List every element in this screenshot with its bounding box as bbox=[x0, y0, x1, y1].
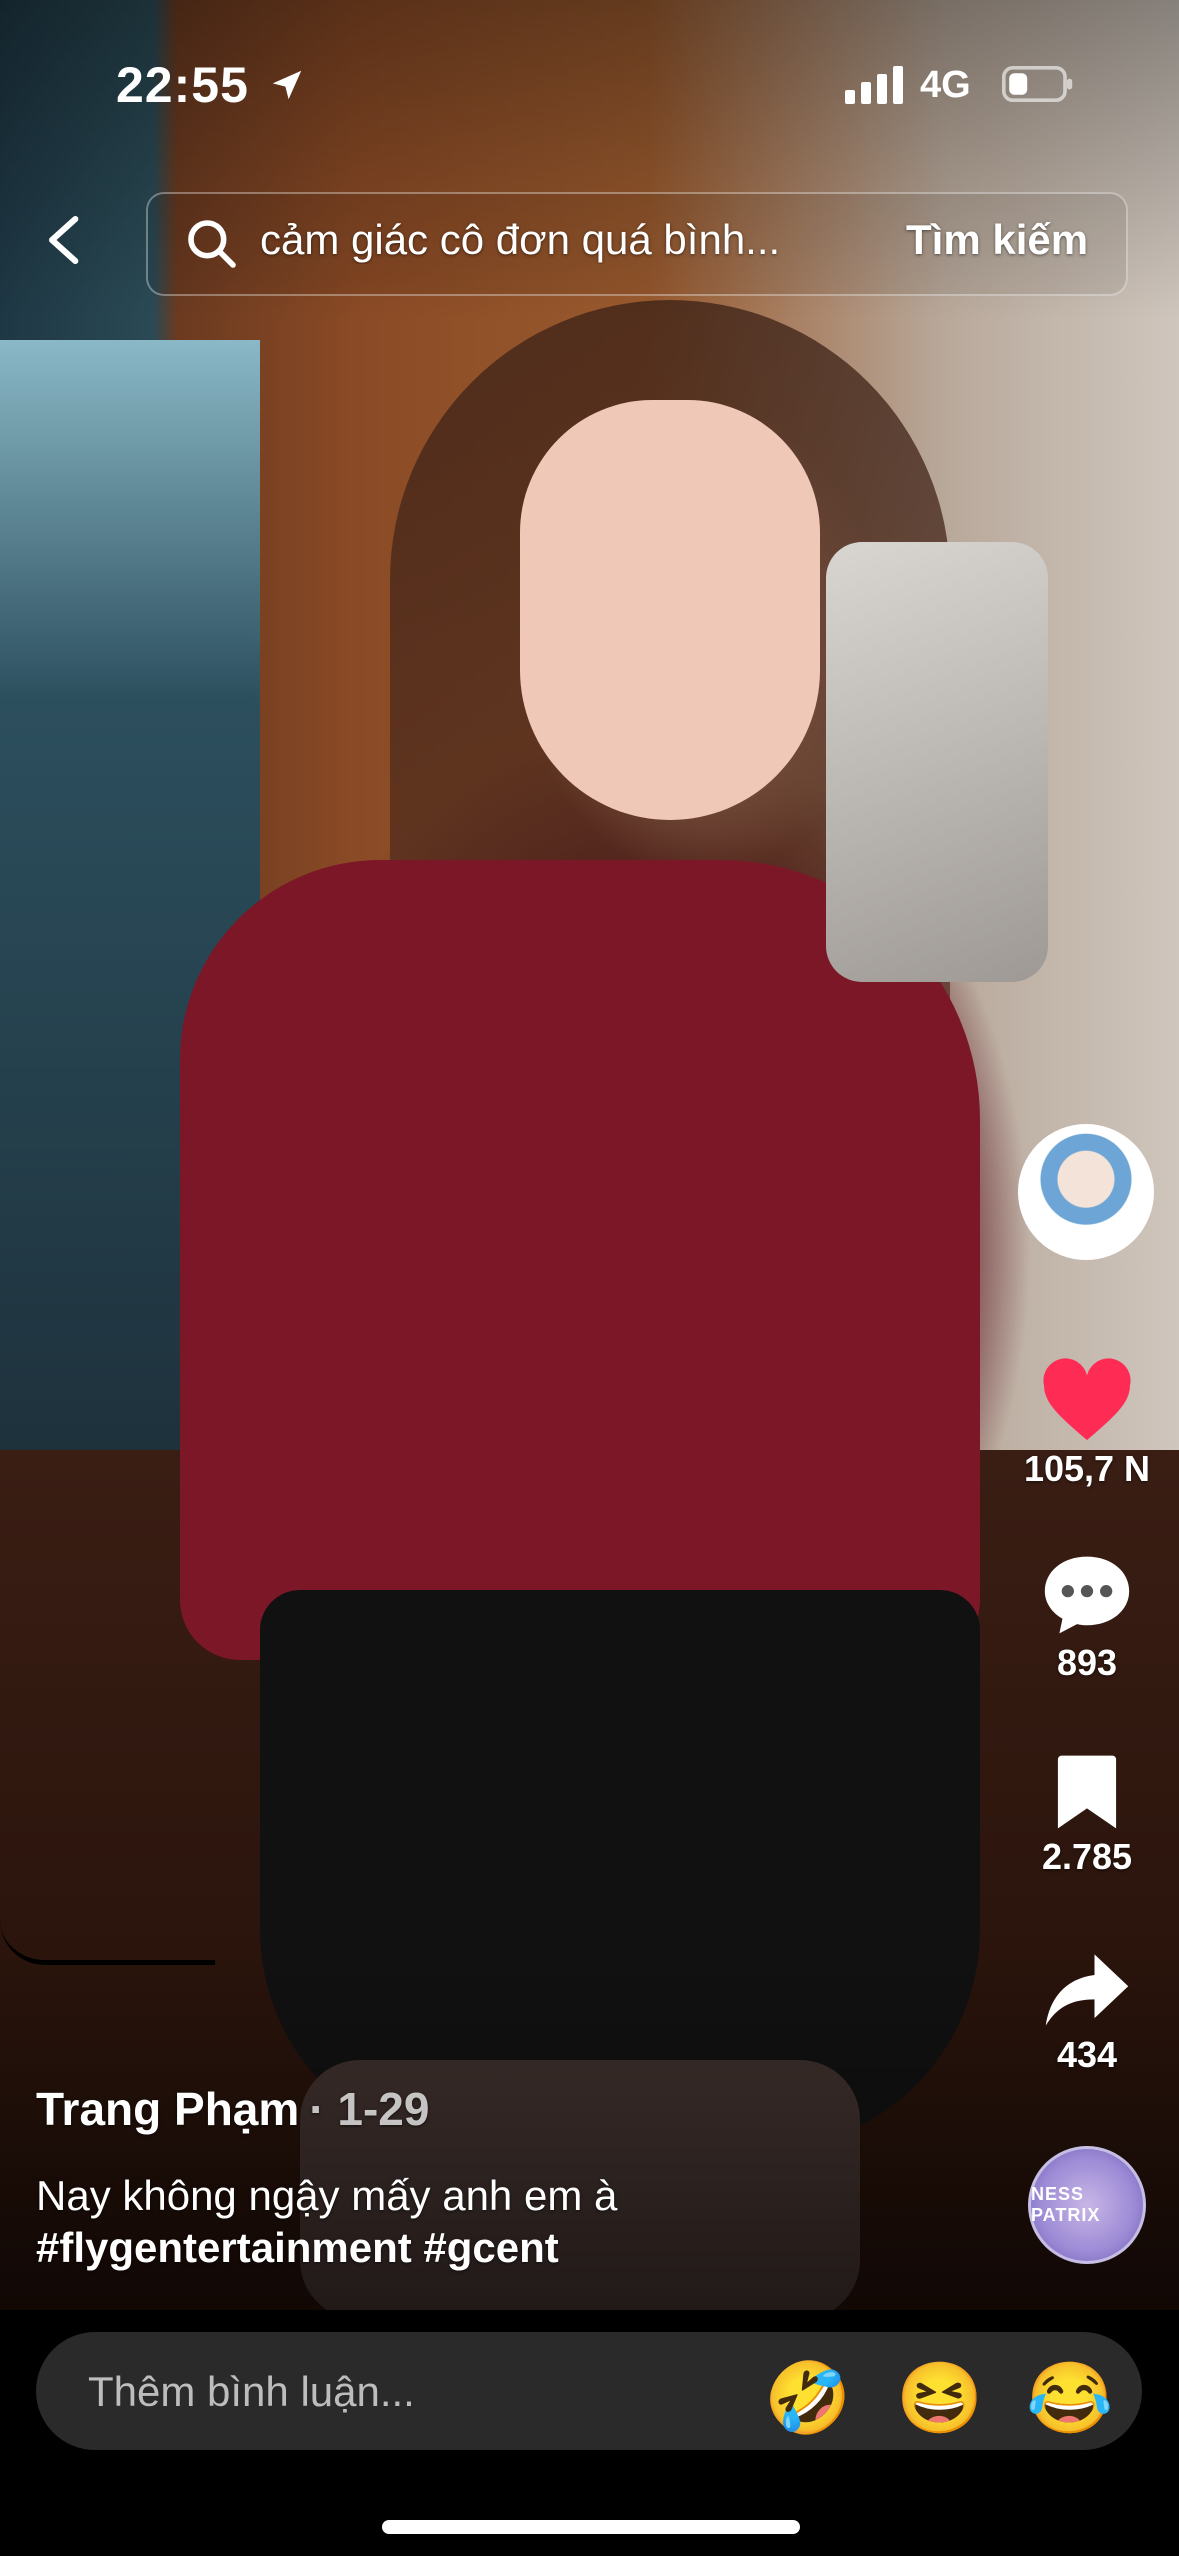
comment-input[interactable]: Thêm bình luận... 🤣 😆 😂 bbox=[36, 2332, 1142, 2450]
save-count: 2.785 bbox=[1041, 1836, 1133, 1877]
caption-text: Nay không ngậy mấy anh em à bbox=[36, 2172, 618, 2219]
search-bar[interactable]: cảm giác cô đơn quá bình... Tìm kiếm bbox=[146, 192, 1128, 296]
comment-bubble-icon bbox=[1044, 1556, 1130, 1634]
network-type: 4G bbox=[920, 64, 971, 106]
save-button[interactable]: 2.785 bbox=[1012, 1752, 1162, 1878]
heart-icon bbox=[1043, 1358, 1131, 1441]
music-disc[interactable]: NESS PATRIX bbox=[1028, 2146, 1146, 2264]
creator-avatar[interactable] bbox=[1018, 1124, 1154, 1260]
post-date: · 1-29 bbox=[309, 2083, 430, 2135]
comment-bar: Thêm bình luận... 🤣 😆 😂 bbox=[0, 2310, 1179, 2556]
location-arrow-icon bbox=[272, 70, 302, 100]
share-button[interactable]: 434 bbox=[1012, 1950, 1162, 2076]
bookmark-icon bbox=[1057, 1755, 1117, 1829]
rofl-emoji-button[interactable]: 🤣 bbox=[764, 2358, 851, 2438]
tiktok-video-screen: 22:55 4G cảm giác cô đơn quá bình... Tìm… bbox=[0, 0, 1179, 2556]
music-disc-label: NESS PATRIX bbox=[1031, 2184, 1101, 2225]
caption-hashtags[interactable]: #flygentertainment #gcent bbox=[36, 2222, 617, 2274]
status-time: 22:55 bbox=[116, 57, 249, 113]
like-button[interactable]: 105,7 N bbox=[1012, 1358, 1162, 1490]
battery-icon bbox=[1002, 66, 1073, 102]
like-count: 105,7 N bbox=[1023, 1448, 1151, 1489]
comment-placeholder: Thêm bình luận... bbox=[88, 2368, 415, 2415]
search-button[interactable]: Tìm kiếm bbox=[906, 216, 1088, 264]
comment-count: 893 bbox=[1056, 1642, 1118, 1683]
cellular-signal-icon bbox=[845, 66, 903, 104]
tears-of-joy-emoji-button[interactable]: 😂 bbox=[1026, 2358, 1113, 2438]
post-caption: Nay không ngậy mấy anh em à #flygenterta… bbox=[36, 2170, 617, 2274]
share-arrow-icon bbox=[1045, 1954, 1129, 2026]
author-name[interactable]: Trang Phạm bbox=[36, 2083, 299, 2135]
video-subject-phone bbox=[826, 542, 1048, 982]
search-query-text[interactable]: cảm giác cô đơn quá bình... bbox=[260, 216, 980, 264]
back-chevron-icon[interactable] bbox=[38, 210, 94, 270]
search-icon bbox=[188, 220, 236, 268]
comment-button[interactable]: 893 bbox=[1012, 1552, 1162, 1684]
share-count: 434 bbox=[1056, 2034, 1118, 2075]
author-line: Trang Phạm · 1-29 bbox=[36, 2082, 429, 2136]
video-subject-face bbox=[520, 400, 820, 820]
laughing-emoji-button[interactable]: 😆 bbox=[896, 2358, 983, 2438]
home-indicator[interactable] bbox=[382, 2520, 800, 2534]
